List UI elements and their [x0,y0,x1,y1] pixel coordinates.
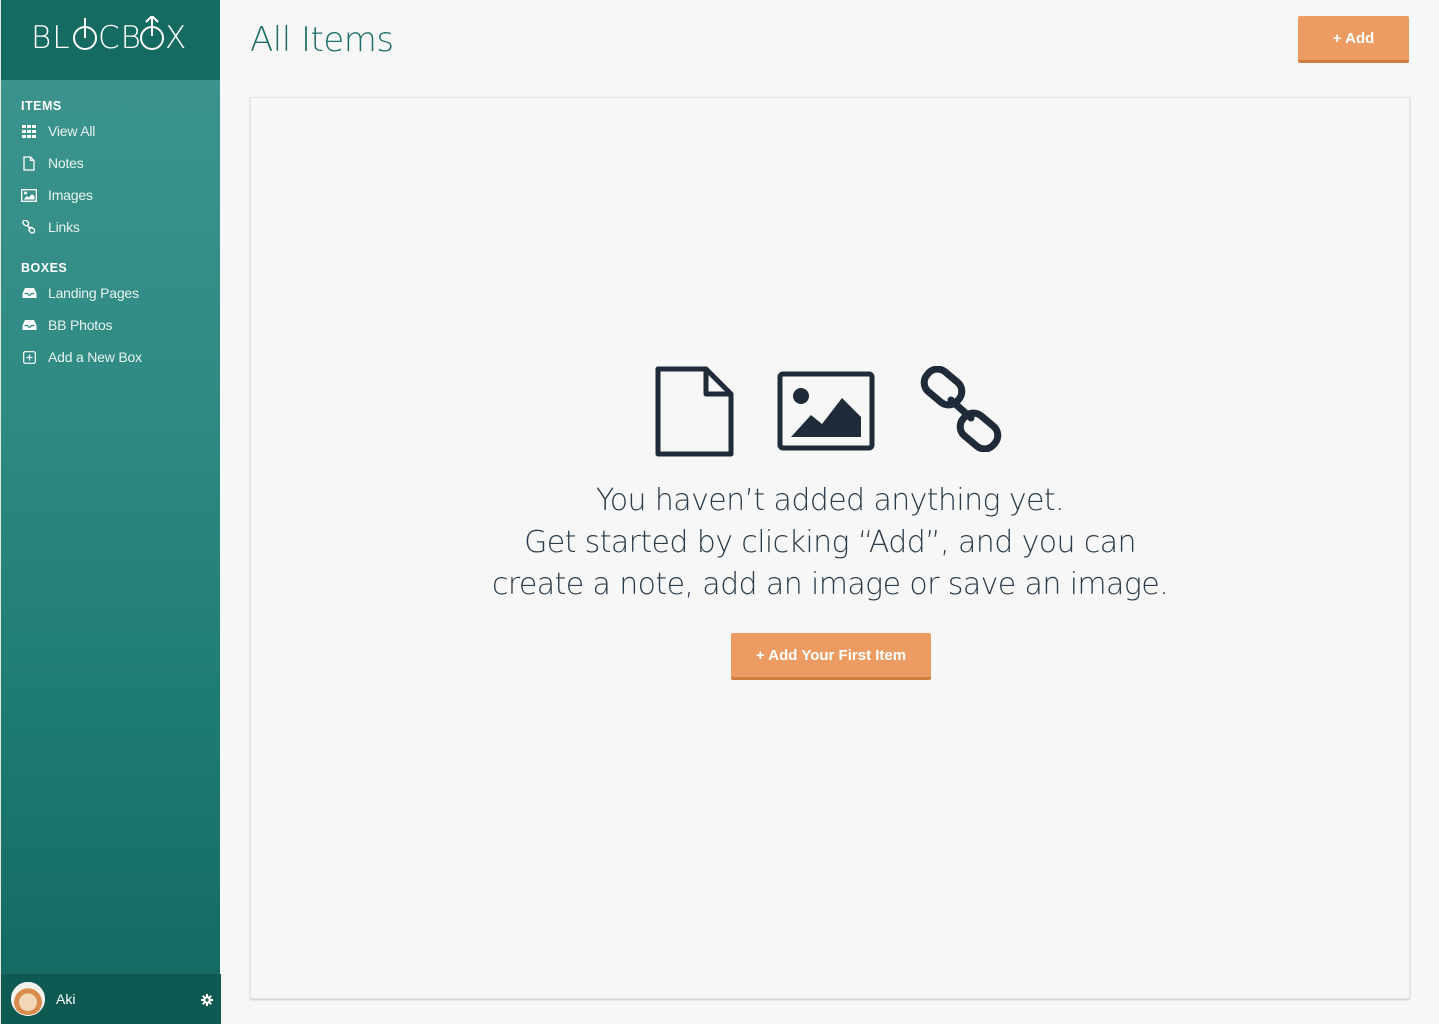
sidebar-item-label: View All [48,123,96,139]
inbox-icon [21,285,37,301]
sidebar: BL CB X ITEMS View All Notes Images Link… [0,0,221,1024]
sidebar-item-add-new-box[interactable]: Add a New Box [1,345,220,369]
items-panel: You haven’t added anything yet. Get star… [250,97,1410,999]
sidebar-item-label: BB Photos [48,317,113,333]
sidebar-item-links[interactable]: Links [1,215,220,239]
empty-state-line: Get started by clicking “Add”, and you c… [524,525,1136,560]
add-button[interactable]: + Add [1298,16,1409,63]
sidebar-item-bb-photos[interactable]: BB Photos [1,313,220,337]
sidebar-item-label: Links [48,219,80,235]
blocbox-logo[interactable]: BL CB X [31,14,191,64]
sidebar-item-view-all[interactable]: View All [1,119,220,143]
sidebar-item-notes[interactable]: Notes [1,151,220,175]
sidebar-item-label: Add a New Box [48,349,142,365]
sidebar-item-images[interactable]: Images [1,183,220,207]
logo-wordmark: BL CB X [31,14,187,56]
empty-state-line: You haven’t added anything yet. [596,483,1065,518]
sidebar-item-landing-pages[interactable]: Landing Pages [1,281,220,305]
image-icon [777,371,875,451]
sidebar-item-label: Landing Pages [48,285,139,301]
user-bar: Aki [1,974,221,1024]
avatar[interactable] [11,982,45,1016]
empty-state-icons [251,366,1409,458]
plus-square-icon [21,349,37,365]
items-section-title: ITEMS [21,99,62,113]
svg-text:BL: BL [31,20,71,56]
image-icon [21,187,37,203]
inbox-icon [21,317,37,333]
grid-icon [21,123,37,139]
link-icon [21,219,37,235]
username: Aki [56,991,76,1007]
svg-text:X: X [165,20,187,56]
sidebar-item-label: Images [48,187,93,203]
svg-text:CB: CB [98,20,142,56]
gear-icon[interactable] [201,993,213,1006]
note-icon [655,366,734,457]
empty-state-message: You haven’t added anything yet. Get star… [251,480,1409,606]
page-title: All Items [250,20,394,60]
boxes-section-title: BOXES [21,261,68,275]
note-icon [21,155,37,171]
sidebar-item-label: Notes [48,155,84,171]
logo-bar: BL CB X [1,0,220,80]
empty-state-line: create a note, add an image or save an i… [491,567,1169,602]
link-icon [920,366,1002,452]
add-first-item-button[interactable]: + Add Your First Item [731,633,931,680]
